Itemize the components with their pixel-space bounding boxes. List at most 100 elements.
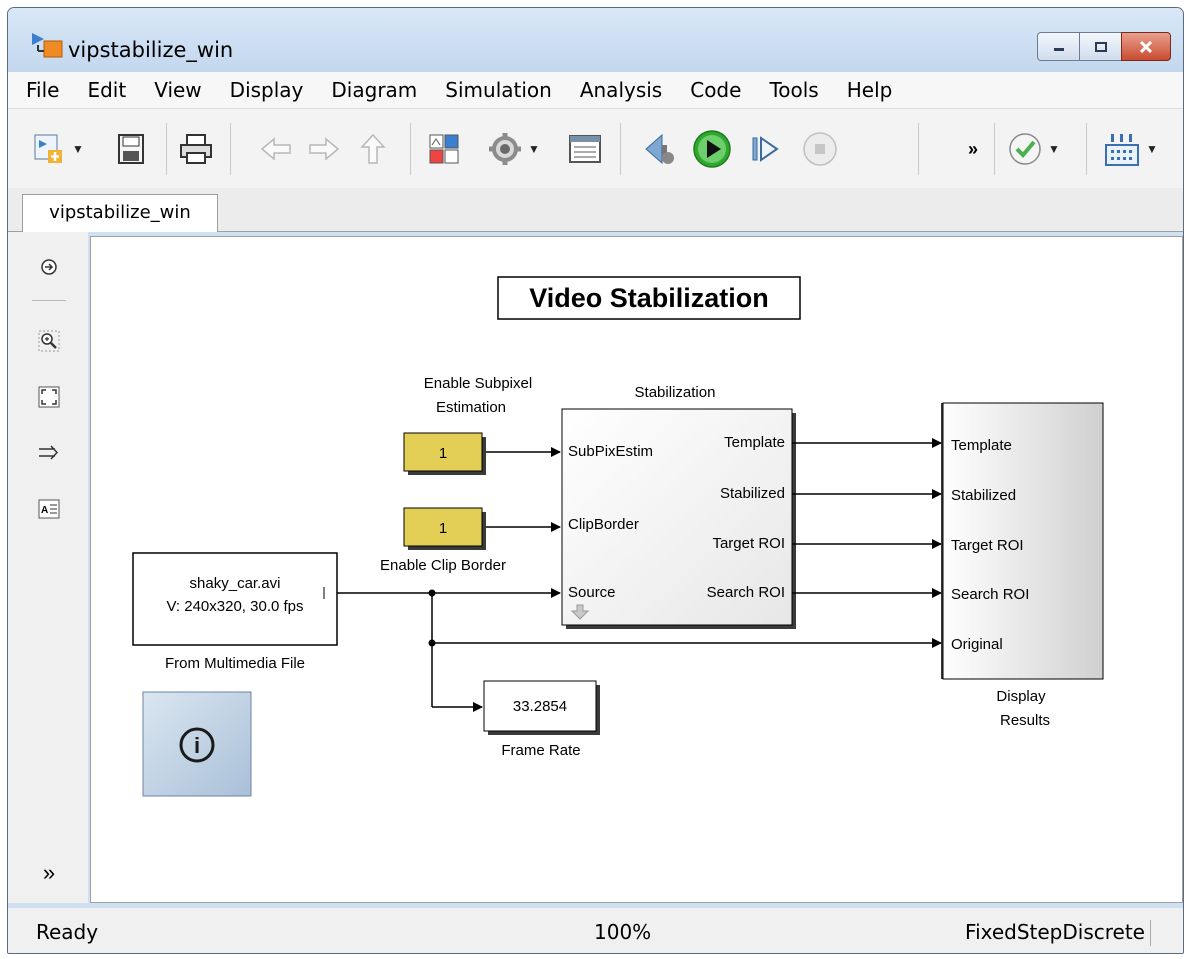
circle-arrow-icon [41,259,57,275]
menu-tools[interactable]: Tools [755,73,832,107]
status-bar: Ready 100% FixedStepDiscrete [8,908,1183,953]
run-button[interactable] [692,129,732,169]
block-diagram: Video Stabilization Enable Subpixel Esti… [132,276,1104,797]
model-advisor-button[interactable]: ▼ [1008,129,1060,169]
maximize-button[interactable] [1079,32,1121,61]
menu-display[interactable]: Display [216,73,318,107]
toolbar-separator [230,123,231,175]
back-button[interactable] [260,129,292,169]
check-icon [1009,133,1041,165]
status-zoom: 100% [594,920,652,944]
title-bar: vipstabilize_win [8,8,1183,72]
menu-simulation[interactable]: Simulation [431,73,566,107]
toolbar-separator [1086,123,1087,175]
step-forward-icon [752,136,779,162]
library-browser-button[interactable] [428,129,460,169]
stab-output-stabilized: Stabilized [720,485,785,502]
toolbar-separator [994,123,995,175]
display-label-line2: Results [1000,712,1050,729]
toolbar-overflow-button[interactable]: » [968,129,978,169]
source-file-name: shaky_car.avi [190,575,281,592]
step-back-button[interactable] [642,129,678,169]
stab-output-target-roi: Target ROI [712,535,785,552]
simulink-model-icon [32,33,63,58]
status-separator [1150,920,1151,946]
up-button[interactable] [360,129,386,169]
svg-text:A: A [41,505,48,516]
zoom-in-icon [38,330,60,352]
double-chevron-icon: » [42,860,56,885]
step-forward-button[interactable] [750,129,780,169]
menu-edit[interactable]: Edit [73,73,140,107]
annotation-button[interactable]: A [38,498,60,520]
stab-input-clipborder: ClipBorder [568,516,639,533]
model-explorer-button[interactable] [568,129,602,169]
hide-show-explorer-button[interactable] [38,256,60,278]
close-button[interactable] [1121,32,1171,61]
diagram-title: Video Stabilization [529,283,769,313]
palette-sidebar: A » [8,232,88,903]
menu-diagram[interactable]: Diagram [317,73,431,107]
model-advisor-dropdown-icon[interactable]: ▼ [1048,142,1060,156]
menu-analysis[interactable]: Analysis [566,73,676,107]
print-icon [180,134,212,164]
status-state: Ready [36,920,99,944]
annotation-icon: A [38,499,60,519]
forward-button[interactable] [308,129,340,169]
stab-output-template: Template [724,434,785,451]
app-window: vipstabilize_win File Edit View Display … [7,7,1184,954]
build-dropdown-icon[interactable]: ▼ [1146,142,1158,156]
save-icon [118,134,144,164]
fit-to-view-icon [38,386,60,408]
sidebar-divider [32,300,66,301]
display-input-stabilized: Stabilized [951,487,1016,504]
build-icon [1105,134,1139,166]
subpixel-label-line2: Estimation [436,399,506,416]
source-label: From Multimedia File [165,655,305,672]
subpixel-label-line1: Enable Subpixel [424,375,532,392]
stab-input-source: Source [568,584,616,601]
run-icon [693,130,731,168]
toolbar-separator [410,123,411,175]
menu-code[interactable]: Code [676,73,755,107]
stab-input-subpixestim: SubPixEstim [568,443,653,460]
stop-button[interactable] [802,129,838,169]
fit-to-view-button[interactable] [38,386,60,408]
menu-view[interactable]: View [140,73,215,107]
model-explorer-icon [569,135,601,163]
menu-file[interactable]: File [8,73,73,107]
expand-palette-button[interactable]: » [38,860,60,885]
clip-border-constant-value: 1 [439,520,447,537]
zoom-in-button[interactable] [38,330,60,352]
display-input-target-roi: Target ROI [951,537,1024,554]
menu-bar: File Edit View Display Diagram Simulatio… [8,72,1183,108]
minimize-button[interactable] [1037,32,1079,61]
route-lines-button[interactable] [38,442,60,464]
status-solver[interactable]: FixedStepDiscrete [965,920,1145,944]
display-input-template: Template [951,437,1012,454]
forward-arrow-icon [309,137,340,161]
menu-help[interactable]: Help [833,73,907,107]
subpixel-constant-value: 1 [439,445,447,462]
display-label-line1: Display [996,688,1046,705]
up-arrow-icon [360,133,386,164]
display-input-original: Original [951,636,1003,653]
new-model-button[interactable]: ▼ [32,129,84,169]
library-browser-icon [429,134,459,164]
model-settings-dropdown-icon[interactable]: ▼ [528,142,540,156]
toolbar: ▼ ▼ » ▼ ▼ [8,108,1183,190]
maximize-icon [1094,41,1107,52]
new-model-dropdown-icon[interactable]: ▼ [72,142,84,156]
model-settings-button[interactable]: ▼ [488,129,540,169]
close-icon [1139,40,1153,53]
build-button[interactable]: ▼ [1104,129,1158,169]
window-controls [1037,32,1171,62]
branch-point [428,589,436,597]
model-canvas[interactable]: Video Stabilization Enable Subpixel Esti… [90,236,1183,903]
print-button[interactable] [178,129,214,169]
window-title: vipstabilize_win [68,38,234,62]
info-symbol: i [194,733,200,758]
tab-vipstabilize-win[interactable]: vipstabilize_win [22,194,218,232]
save-button[interactable] [116,129,146,169]
model-tab-strip: vipstabilize_win [8,188,1183,232]
